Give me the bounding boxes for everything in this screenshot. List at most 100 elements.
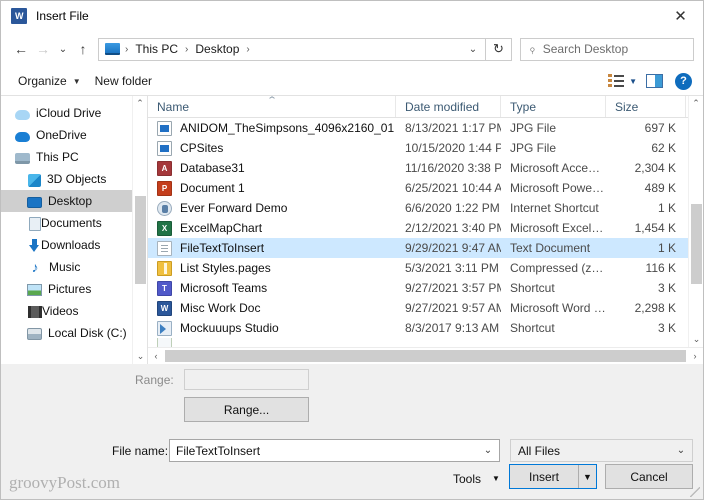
insert-button[interactable]: Insert <box>510 465 579 488</box>
powerpoint-file-icon: P <box>157 181 172 196</box>
file-type-cell: JPG File <box>501 141 606 155</box>
file-name-dropdown-icon[interactable]: ⌄ <box>477 445 499 456</box>
shortcut-icon <box>157 338 172 347</box>
file-scroll-thumb[interactable] <box>691 204 702 284</box>
internet-shortcut-icon <box>157 201 172 216</box>
sidebar-item-documents[interactable]: Documents <box>1 212 147 234</box>
sidebar-scroll-thumb[interactable] <box>135 196 146 284</box>
table-row[interactable]: PDocument 16/25/2021 10:44 A…Microsoft P… <box>148 178 703 198</box>
table-row[interactable]: ANIDOM_TheSimpsons_4096x2160_018/13/2021… <box>148 118 703 138</box>
file-name-cell: FileTextToInsert <box>148 241 396 256</box>
file-type-dropdown-icon[interactable]: ⌄ <box>670 445 692 456</box>
close-icon[interactable]: ✕ <box>658 1 703 31</box>
file-name-cell: WMisc Work Doc <box>148 301 396 316</box>
view-dropdown-icon[interactable]: ▼ <box>629 77 637 86</box>
file-name-label: File name: <box>112 444 168 458</box>
organize-button[interactable]: Organize ▼ <box>11 69 88 93</box>
sidebar-item-local-disk-c[interactable]: Local Disk (C:) <box>1 322 147 344</box>
sidebar-scroll-down-icon[interactable]: ⌄ <box>133 349 147 364</box>
file-type-filter-combobox[interactable]: All Files ⌄ <box>510 439 693 462</box>
column-header-name[interactable]: Name ⌃ <box>148 96 396 117</box>
table-row[interactable]: WMisc Work Doc9/27/2021 9:57 AMMicrosoft… <box>148 298 703 318</box>
access-file-icon: A <box>157 161 172 176</box>
sidebar-item-label: OneDrive <box>36 128 87 142</box>
file-date-cell: 6/25/2021 10:44 A… <box>396 181 501 195</box>
breadcrumb-separator-2: › <box>241 44 254 55</box>
desktop-icon <box>27 197 42 208</box>
file-date-cell: 9/27/2021 3:57 PM <box>396 281 501 295</box>
column-header-date-modified[interactable]: Date modified <box>396 96 501 117</box>
table-row[interactable]: XExcelMapChart2/12/2021 3:40 PMMicrosoft… <box>148 218 703 238</box>
scroll-right-icon[interactable]: › <box>687 348 703 365</box>
file-date-cell: 11/16/2020 3:38 PM <box>396 161 501 175</box>
file-scroll-down-icon[interactable]: ⌄ <box>689 332 703 347</box>
column-header-type[interactable]: Type <box>501 96 606 117</box>
range-input[interactable] <box>184 369 309 390</box>
watermark: groovyPost.com <box>9 473 120 493</box>
sidebar-item-this-pc[interactable]: This PC <box>1 146 147 168</box>
horizontal-scroll-thumb[interactable] <box>165 350 686 362</box>
table-row[interactable]: FileTextToInsert9/29/2021 9:47 AMText Do… <box>148 238 703 258</box>
sidebar-item-onedrive[interactable]: OneDrive <box>1 124 147 146</box>
column-header-size[interactable]: Size <box>606 96 686 117</box>
documents-icon <box>29 217 41 231</box>
up-one-level-icon[interactable]: ↑ <box>72 36 94 62</box>
view-options-icon[interactable] <box>608 74 624 88</box>
breadcrumb-desktop[interactable]: Desktop <box>193 42 241 56</box>
address-dropdown-icon[interactable]: ⌄ <box>461 39 485 60</box>
recent-locations-icon[interactable]: ⌄ <box>54 36 72 62</box>
file-name-cell: Ever Forward Demo <box>148 201 396 216</box>
table-row[interactable]: Ever Forward Demo6/6/2020 1:22 PMInterne… <box>148 198 703 218</box>
table-row[interactable]: CPSites10/15/2020 1:44 PMJPG File62 K <box>148 138 703 158</box>
breadcrumb-separator-0: › <box>120 44 133 55</box>
refresh-icon[interactable]: ↻ <box>486 38 512 61</box>
scroll-left-icon[interactable]: ‹ <box>148 348 164 365</box>
tools-button[interactable]: Tools ▼ <box>453 466 500 491</box>
table-row-partial[interactable] <box>148 338 703 347</box>
file-date-cell: 10/15/2020 1:44 PM <box>396 141 501 155</box>
file-date-cell: 6/6/2020 1:22 PM <box>396 201 501 215</box>
file-name-text: CPSites <box>180 141 223 155</box>
file-list-horizontal-scrollbar[interactable]: ‹ › <box>148 347 703 364</box>
cancel-button[interactable]: Cancel <box>605 464 693 489</box>
chevron-down-icon: ▼ <box>73 77 81 86</box>
sidebar-item-downloads[interactable]: Downloads <box>1 234 147 256</box>
file-name-value[interactable]: FileTextToInsert <box>176 444 477 458</box>
search-box[interactable]: ⌕ <box>520 38 694 61</box>
breadcrumb-this-pc[interactable]: This PC <box>133 42 180 56</box>
sidebar-item-music[interactable]: ♪Music <box>1 256 147 278</box>
sidebar-item-icloud-drive[interactable]: iCloud Drive <box>1 102 147 124</box>
file-name-combobox[interactable]: FileTextToInsert ⌄ <box>169 439 500 462</box>
sidebar-item-videos[interactable]: Videos <box>1 300 147 322</box>
back-icon[interactable]: ← <box>10 36 32 62</box>
file-list-vertical-scrollbar[interactable]: ⌃ ⌄ <box>688 96 703 347</box>
table-row[interactable]: ADatabase3111/16/2020 3:38 PMMicrosoft A… <box>148 158 703 178</box>
sidebar-item-pictures[interactable]: Pictures <box>1 278 147 300</box>
sidebar-scroll-up-icon[interactable]: ⌃ <box>133 96 147 111</box>
navigation-bar: ← → ⌄ ↑ › This PC › Desktop › ⌄ ↻ ⌕ <box>1 31 703 67</box>
file-name-text: Database31 <box>180 161 245 175</box>
file-type-cell: Shortcut <box>501 281 606 295</box>
file-name-cell <box>148 338 396 347</box>
content-area: iCloud Drive OneDrive This PC3D ObjectsDes… <box>1 96 703 364</box>
address-bar[interactable]: › This PC › Desktop › ⌄ <box>98 38 486 61</box>
help-icon[interactable]: ? <box>675 73 692 90</box>
sidebar-scrollbar[interactable]: ⌃ ⌄ <box>132 96 147 364</box>
sidebar-item-desktop[interactable]: Desktop <box>1 190 147 212</box>
preview-pane-icon[interactable] <box>646 74 663 88</box>
search-input[interactable] <box>543 42 673 56</box>
table-row[interactable]: Mockuuups Studio8/3/2017 9:13 AMShortcut… <box>148 318 703 338</box>
file-name-cell: ANIDOM_TheSimpsons_4096x2160_01 <box>148 121 396 136</box>
resize-grip[interactable] <box>690 487 700 497</box>
insert-dropdown-icon[interactable]: ▼ <box>579 465 596 488</box>
table-row[interactable]: List Styles.pages5/3/2021 3:11 PMCompres… <box>148 258 703 278</box>
new-folder-button[interactable]: New folder <box>88 69 159 93</box>
file-name-text: FileTextToInsert <box>180 241 264 255</box>
column-header-name-label: Name <box>157 100 189 114</box>
range-button[interactable]: Range... <box>184 397 309 422</box>
file-scroll-up-icon[interactable]: ⌃ <box>689 96 703 111</box>
table-row[interactable]: TMicrosoft Teams9/27/2021 3:57 PMShortcu… <box>148 278 703 298</box>
file-size-cell: 2,304 K <box>606 161 686 175</box>
file-date-cell: 8/13/2021 1:17 PM <box>396 121 501 135</box>
sidebar-item-3d-objects[interactable]: 3D Objects <box>1 168 147 190</box>
